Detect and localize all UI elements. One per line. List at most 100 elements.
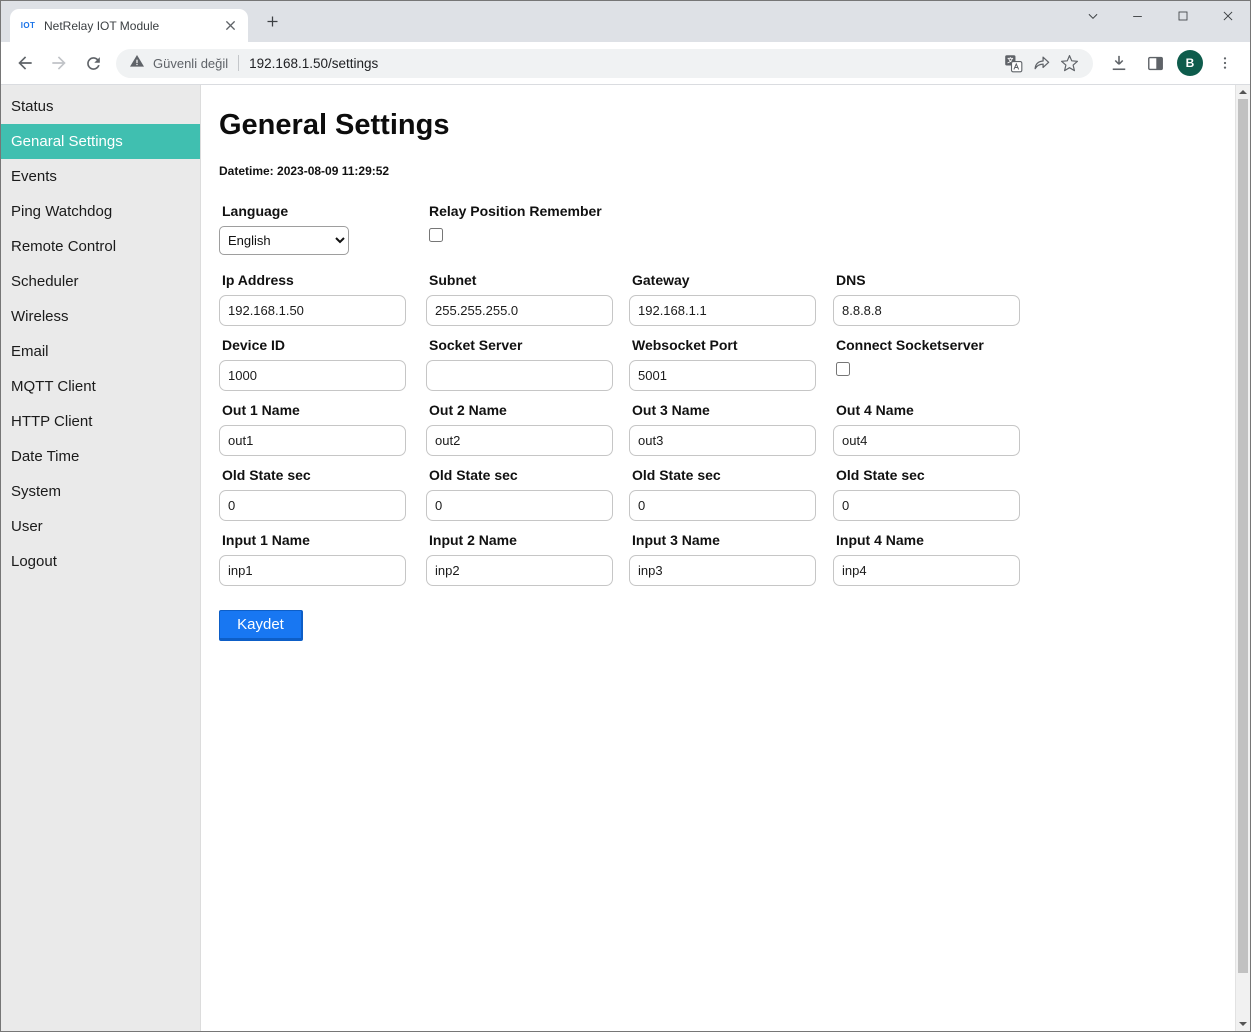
back-icon[interactable] <box>9 47 41 79</box>
input2-name-field: Input 2 Name <box>426 533 629 586</box>
triangle-down-icon <box>1239 1022 1247 1026</box>
device-id-label: Device ID <box>222 338 426 353</box>
gateway-input[interactable] <box>629 295 816 326</box>
scroll-up-icon[interactable] <box>1236 85 1250 99</box>
socket-server-input[interactable] <box>426 360 613 391</box>
sidebar-item-http-client[interactable]: HTTP Client <box>1 404 200 439</box>
ip-address-input[interactable] <box>219 295 406 326</box>
old-state-sec-2-input[interactable] <box>426 490 613 521</box>
dns-label: DNS <box>836 273 1235 288</box>
input3-name-field: Input 3 Name <box>629 533 833 586</box>
address-bar[interactable]: Güvenli değil 192.168.1.50/settings <box>116 49 1093 78</box>
new-tab-button[interactable] <box>258 10 286 38</box>
input2-name-label: Input 2 Name <box>429 533 629 548</box>
datetime-text: Datetime: 2023-08-09 11:29:52 <box>219 164 1235 178</box>
sidebar-nav: Status Genaral Settings Events Ping Watc… <box>1 85 201 1031</box>
url-text[interactable]: 192.168.1.50/settings <box>249 56 999 71</box>
input2-name-input[interactable] <box>426 555 613 586</box>
out3-name-input[interactable] <box>629 425 816 456</box>
refresh-icon[interactable] <box>77 47 109 79</box>
dns-input[interactable] <box>833 295 1020 326</box>
forward-icon[interactable] <box>43 47 75 79</box>
out4-name-input[interactable] <box>833 425 1020 456</box>
old-state-sec-4-label: Old State sec <box>836 468 1235 483</box>
gateway-label: Gateway <box>632 273 833 288</box>
sidebar-item-general-settings[interactable]: Genaral Settings <box>1 124 200 159</box>
ip-address-label: Ip Address <box>222 273 426 288</box>
websocket-port-input[interactable] <box>629 360 816 391</box>
sidebar-item-email[interactable]: Email <box>1 334 200 369</box>
save-button[interactable]: Kaydet <box>219 610 303 641</box>
security-label: Güvenli değil <box>153 56 228 71</box>
share-icon[interactable] <box>1027 49 1055 77</box>
browser-tab[interactable]: IOT NetRelay IOT Module <box>10 9 248 42</box>
input1-name-label: Input 1 Name <box>222 533 426 548</box>
out2-name-label: Out 2 Name <box>429 403 629 418</box>
sidebar-item-mqtt-client[interactable]: MQTT Client <box>1 369 200 404</box>
old-state-sec-3-label: Old State sec <box>632 468 833 483</box>
input4-name-input[interactable] <box>833 555 1020 586</box>
warning-icon <box>129 53 145 74</box>
minimize-icon[interactable] <box>1115 1 1160 31</box>
sidebar-item-remote-control[interactable]: Remote Control <box>1 229 200 264</box>
connect-socketserver-label: Connect Socketserver <box>836 338 1235 353</box>
sidebar-item-ping-watchdog[interactable]: Ping Watchdog <box>1 194 200 229</box>
old-state-sec-1-input[interactable] <box>219 490 406 521</box>
ip-address-field: Ip Address <box>219 273 426 326</box>
out1-name-input[interactable] <box>219 425 406 456</box>
out3-name-field: Out 3 Name <box>629 403 833 456</box>
sidebar-item-wireless[interactable]: Wireless <box>1 299 200 334</box>
old-state-sec-4-field: Old State sec <box>833 468 1235 521</box>
input3-name-input[interactable] <box>629 555 816 586</box>
out4-name-label: Out 4 Name <box>836 403 1235 418</box>
sidebar-item-events[interactable]: Events <box>1 159 200 194</box>
security-chip[interactable]: Güvenli değil <box>129 53 228 74</box>
maximize-icon[interactable] <box>1160 1 1205 31</box>
scrollbar[interactable] <box>1235 85 1250 1031</box>
download-icon[interactable] <box>1104 48 1134 78</box>
sidebar-item-scheduler[interactable]: Scheduler <box>1 264 200 299</box>
sidebar-item-logout[interactable]: Logout <box>1 544 200 579</box>
connect-socketserver-checkbox[interactable] <box>836 362 850 376</box>
sidebar-item-system[interactable]: System <box>1 474 200 509</box>
window-controls <box>1070 1 1250 31</box>
input1-name-input[interactable] <box>219 555 406 586</box>
close-icon[interactable] <box>1205 1 1250 31</box>
out2-name-input[interactable] <box>426 425 613 456</box>
device-id-input[interactable] <box>219 360 406 391</box>
site-favicon-icon: IOT <box>20 21 36 30</box>
scroll-down-icon[interactable] <box>1236 1017 1250 1031</box>
relay-remember-checkbox[interactable] <box>429 228 443 242</box>
chevron-down-icon[interactable] <box>1070 1 1115 31</box>
browser-window: IOT NetRelay IOT Module <box>0 0 1251 1032</box>
tab-close-icon[interactable] <box>222 17 239 34</box>
translate-icon[interactable] <box>999 49 1027 77</box>
old-state-sec-2-label: Old State sec <box>429 468 629 483</box>
input4-name-label: Input 4 Name <box>836 533 1235 548</box>
language-label: Language <box>222 204 426 219</box>
gateway-field: Gateway <box>629 273 833 326</box>
old-state-sec-4-input[interactable] <box>833 490 1020 521</box>
scrollbar-thumb[interactable] <box>1238 99 1248 973</box>
language-select[interactable]: English <box>219 226 349 255</box>
device-id-field: Device ID <box>219 338 426 391</box>
page-title: General Settings <box>219 109 1235 142</box>
sidebar-item-user[interactable]: User <box>1 509 200 544</box>
old-state-sec-1-field: Old State sec <box>219 468 426 521</box>
sidebar-item-date-time[interactable]: Date Time <box>1 439 200 474</box>
page-content: Status Genaral Settings Events Ping Watc… <box>1 85 1250 1031</box>
bookmark-star-icon[interactable] <box>1055 49 1083 77</box>
browser-toolbar: Güvenli değil 192.168.1.50/settings <box>1 42 1250 85</box>
tab-strip: IOT NetRelay IOT Module <box>1 1 1250 42</box>
subnet-field: Subnet <box>426 273 629 326</box>
kebab-menu-icon[interactable] <box>1210 48 1240 78</box>
old-state-sec-3-input[interactable] <box>629 490 816 521</box>
out1-name-label: Out 1 Name <box>222 403 426 418</box>
sidebar-item-status[interactable]: Status <box>1 89 200 124</box>
side-panel-icon[interactable] <box>1140 48 1170 78</box>
dns-field: DNS <box>833 273 1235 326</box>
plus-icon <box>265 14 280 34</box>
tab-title: NetRelay IOT Module <box>44 19 214 33</box>
profile-avatar[interactable]: B <box>1177 50 1203 76</box>
subnet-input[interactable] <box>426 295 613 326</box>
